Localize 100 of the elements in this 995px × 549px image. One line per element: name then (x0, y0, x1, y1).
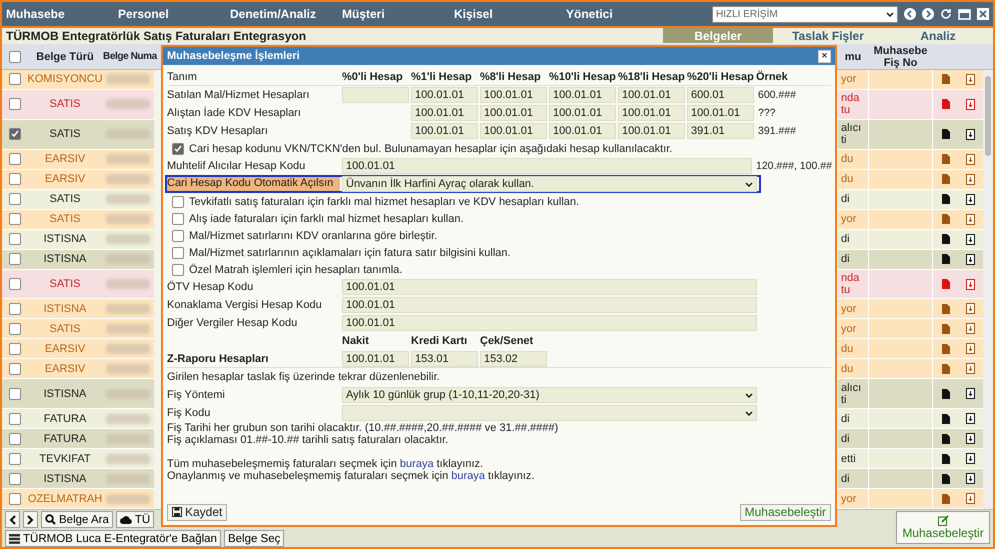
account-field[interactable]: 100.01.01 (342, 315, 757, 331)
checkbox[interactable] (9, 322, 21, 335)
select-field[interactable]: Ünvanın İlk Harfini Ayraç olarak kullan. (342, 176, 757, 192)
menu-item[interactable]: Yönetici (566, 7, 678, 21)
post-button[interactable]: Muhasebeleştir (896, 511, 990, 544)
account-field[interactable]: 100.01.01 (618, 87, 685, 103)
checkbox[interactable] (9, 342, 21, 355)
checkbox[interactable] (9, 253, 21, 266)
checkbox[interactable] (9, 233, 21, 246)
column-header: %18'li Hesap (618, 70, 685, 82)
document-icon[interactable] (942, 129, 950, 140)
pdf-icon[interactable] (966, 128, 975, 140)
account-field[interactable]: 100.01.01 (618, 105, 685, 121)
checkbox[interactable] (9, 362, 21, 375)
account-field[interactable]: 100.01.01 (342, 297, 757, 313)
checkbox[interactable] (172, 196, 184, 208)
checkbox[interactable] (172, 142, 184, 154)
account-field[interactable]: 100.01.01 (549, 123, 616, 139)
menu-item[interactable]: Müşteri (342, 7, 454, 21)
account-field[interactable]: 100.01.01 (411, 105, 478, 121)
select-field[interactable]: Aylık 10 günlük grup (1-10,11-20,20-31) (342, 387, 757, 403)
quick-access-select[interactable]: HIZLI ERİŞİM (712, 6, 898, 22)
document-icon[interactable] (942, 234, 950, 244)
checkbox[interactable] (9, 492, 21, 505)
pdf-icon[interactable] (966, 234, 975, 245)
checkbox[interactable] (9, 452, 21, 465)
checkbox[interactable] (9, 128, 21, 140)
document-icon[interactable] (942, 194, 950, 204)
account-field[interactable]: 100.01.01 (549, 87, 616, 103)
account-field[interactable]: 600.01 (687, 87, 754, 103)
account-field[interactable]: 100.01.01 (411, 87, 478, 103)
pdf-icon[interactable] (966, 254, 975, 265)
save-button[interactable]: Kaydet (167, 504, 228, 520)
refresh-icon[interactable] (940, 8, 952, 20)
select-field[interactable] (342, 405, 757, 421)
account-field[interactable]: 100.01.01 (342, 279, 757, 295)
checkbox[interactable] (9, 472, 21, 485)
document-icon[interactable] (942, 454, 950, 464)
document-icon[interactable] (942, 388, 950, 399)
account-field[interactable]: 100.01.01 (480, 87, 547, 103)
account-field[interactable]: 100.01.01 (342, 158, 752, 174)
checkbox[interactable] (172, 264, 184, 276)
checkbox[interactable] (172, 246, 184, 258)
pdf-icon[interactable] (966, 453, 975, 464)
select-all-checkbox[interactable] (9, 50, 21, 62)
account-field[interactable]: 100.01.01 (687, 105, 754, 121)
checkbox[interactable] (9, 412, 21, 425)
checkbox[interactable] (9, 302, 21, 315)
previous-button[interactable] (5, 511, 20, 528)
checkbox[interactable] (9, 153, 21, 166)
forward-icon[interactable] (922, 8, 934, 20)
select-button[interactable]: Belge Seç (224, 530, 284, 547)
window-icon[interactable] (958, 8, 971, 20)
search-button[interactable]: Belge Ara (41, 511, 113, 528)
close-icon[interactable] (977, 8, 989, 20)
document-icon[interactable] (942, 474, 950, 484)
account-field[interactable]: 100.01.01 (411, 123, 478, 139)
next-button[interactable] (23, 511, 38, 528)
pdf-icon[interactable] (966, 194, 975, 205)
menu-item[interactable]: Denetim/Analiz (230, 7, 342, 21)
checkbox[interactable] (172, 212, 184, 224)
account-field[interactable]: 153.01 (411, 350, 478, 366)
checkbox[interactable] (9, 193, 21, 206)
account-field[interactable]: 153.02 (480, 350, 547, 366)
account-field[interactable] (342, 87, 409, 103)
tab[interactable]: Analiz (883, 28, 993, 43)
document-icon[interactable] (942, 434, 950, 444)
account-field[interactable]: 100.01.01 (342, 350, 409, 366)
scrollbar[interactable] (983, 70, 993, 509)
account-field[interactable]: 100.01.01 (480, 105, 547, 121)
checkbox[interactable] (9, 213, 21, 226)
checkbox[interactable] (9, 432, 21, 445)
menu-item[interactable]: Personel (118, 7, 230, 21)
checkbox[interactable] (9, 278, 21, 290)
document-icon[interactable] (942, 254, 950, 264)
menu-item[interactable]: Muhasebe (6, 7, 118, 21)
checkbox[interactable] (9, 73, 21, 86)
here-link[interactable]: buraya (451, 470, 485, 482)
checkbox[interactable] (172, 230, 184, 242)
account-field[interactable]: 391.01 (687, 123, 754, 139)
account-field[interactable]: 100.01.01 (480, 123, 547, 139)
checkbox[interactable] (9, 388, 21, 400)
post-button[interactable]: Muhasebeleştir (740, 504, 831, 520)
tab[interactable]: Taslak Fişler (773, 28, 883, 43)
back-icon[interactable] (904, 8, 916, 20)
menu-item[interactable]: Kişisel (454, 7, 566, 21)
checkbox[interactable] (9, 98, 21, 110)
upload-button[interactable]: TÜ (116, 511, 154, 528)
checkbox[interactable] (9, 173, 21, 186)
connect-button[interactable]: TÜRMOB Luca E-Entegratör'e Bağlan (5, 530, 221, 547)
here-link[interactable]: buraya (400, 458, 434, 470)
pdf-icon[interactable] (966, 413, 975, 424)
account-field[interactable]: 100.01.01 (549, 105, 616, 121)
close-button[interactable]: × (818, 50, 831, 62)
pdf-icon[interactable] (966, 473, 975, 484)
account-field[interactable]: 100.01.01 (618, 123, 685, 139)
pdf-icon[interactable] (966, 433, 975, 444)
table-cell: du (838, 359, 868, 380)
pdf-icon[interactable] (966, 388, 975, 400)
document-icon[interactable] (942, 414, 950, 424)
